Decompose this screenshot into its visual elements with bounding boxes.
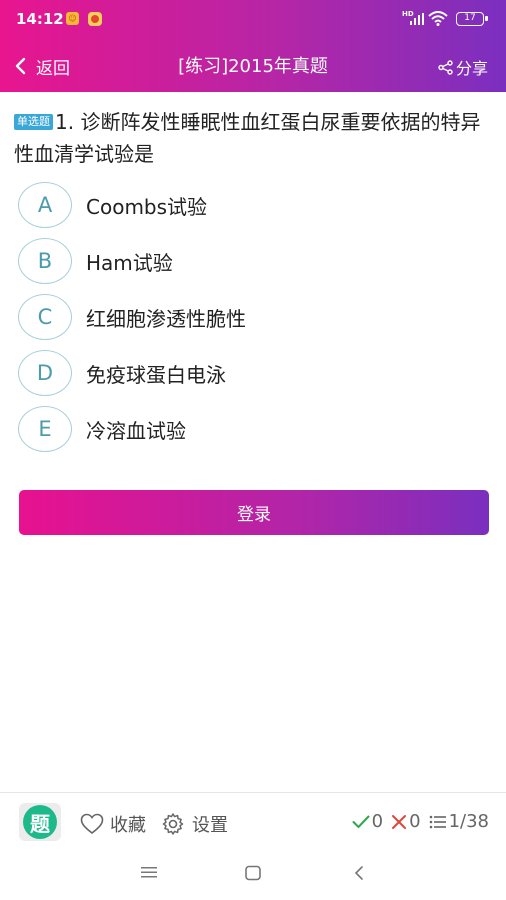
option-e[interactable]: E 冷溶血试验 [18,405,488,453]
option-text: Coombs试验 [86,194,208,219]
page-title: [练习]2015年真题 [178,56,328,77]
correct-count: 0 [352,811,383,832]
check-icon [352,815,370,828]
wrong-count-value: 0 [409,811,421,832]
settings-label: 设置 [192,815,228,836]
notification-app-icon: ☺ [66,12,79,25]
back-nav-icon[interactable] [353,865,365,881]
question-text: 1. 诊断阵发性睡眠性血红蛋白尿重要依据的特异性血清学试验是 [14,110,481,166]
signal-icon [410,13,424,25]
question-progress[interactable]: 1/38 [429,811,489,832]
status-time: 14:12 [16,10,64,28]
option-letter-badge: E [18,406,72,452]
correct-count-value: 0 [371,811,384,832]
option-text: 免疫球蛋白电泳 [86,362,226,387]
battery-level: 17 [464,13,476,23]
option-b[interactable]: B Ham试验 [18,237,488,285]
share-label: 分享 [455,59,488,78]
option-letter-badge: D [18,350,72,396]
option-letter-badge: A [18,182,72,228]
menu-icon[interactable] [141,865,157,879]
wrong-count: 0 [391,811,421,832]
wifi-icon [428,11,448,26]
answer-stats: 0 0 1/38 [344,811,489,832]
favorite-button[interactable]: 收藏 [80,811,146,837]
option-text: 红细胞渗透性脆性 [86,306,246,331]
notification-app-icon [88,12,102,26]
login-button[interactable]: 登录 [19,490,489,535]
system-navigation-bar [0,850,506,900]
battery-icon: 17 [456,12,488,26]
cross-icon [392,814,407,829]
app-logo[interactable]: 题 [19,803,61,841]
home-icon[interactable] [245,865,261,881]
top-header: 14:12 ☺ HD 17 返回 [练习]2015年真题 分享 [0,0,506,92]
share-icon [438,59,453,75]
share-button[interactable]: 分享 [438,55,488,79]
option-a[interactable]: A Coombs试验 [18,181,488,229]
option-letter-badge: B [18,238,72,284]
list-icon [429,815,446,828]
progress-value: 1/38 [448,811,489,832]
app-logo-icon: 题 [23,805,57,839]
option-text: 冷溶血试验 [86,418,186,443]
gear-icon [162,813,184,835]
settings-button[interactable]: 设置 [161,811,228,837]
heart-icon [80,813,104,835]
favorite-label: 收藏 [110,815,146,836]
option-letter-badge: C [18,294,72,340]
option-d[interactable]: D 免疫球蛋白电泳 [18,349,488,397]
status-bar: 14:12 ☺ HD 17 [0,0,506,38]
question-type-badge: 单选题 [14,114,53,130]
option-text: Ham试验 [86,250,173,275]
bottom-toolbar: 题 收藏 设置 0 0 1/38 [0,792,506,850]
question-text-block: 单选题 1. 诊断阵发性睡眠性血红蛋白尿重要依据的特异性血清学试验是 [14,106,494,170]
option-c[interactable]: C 红细胞渗透性脆性 [18,293,488,341]
